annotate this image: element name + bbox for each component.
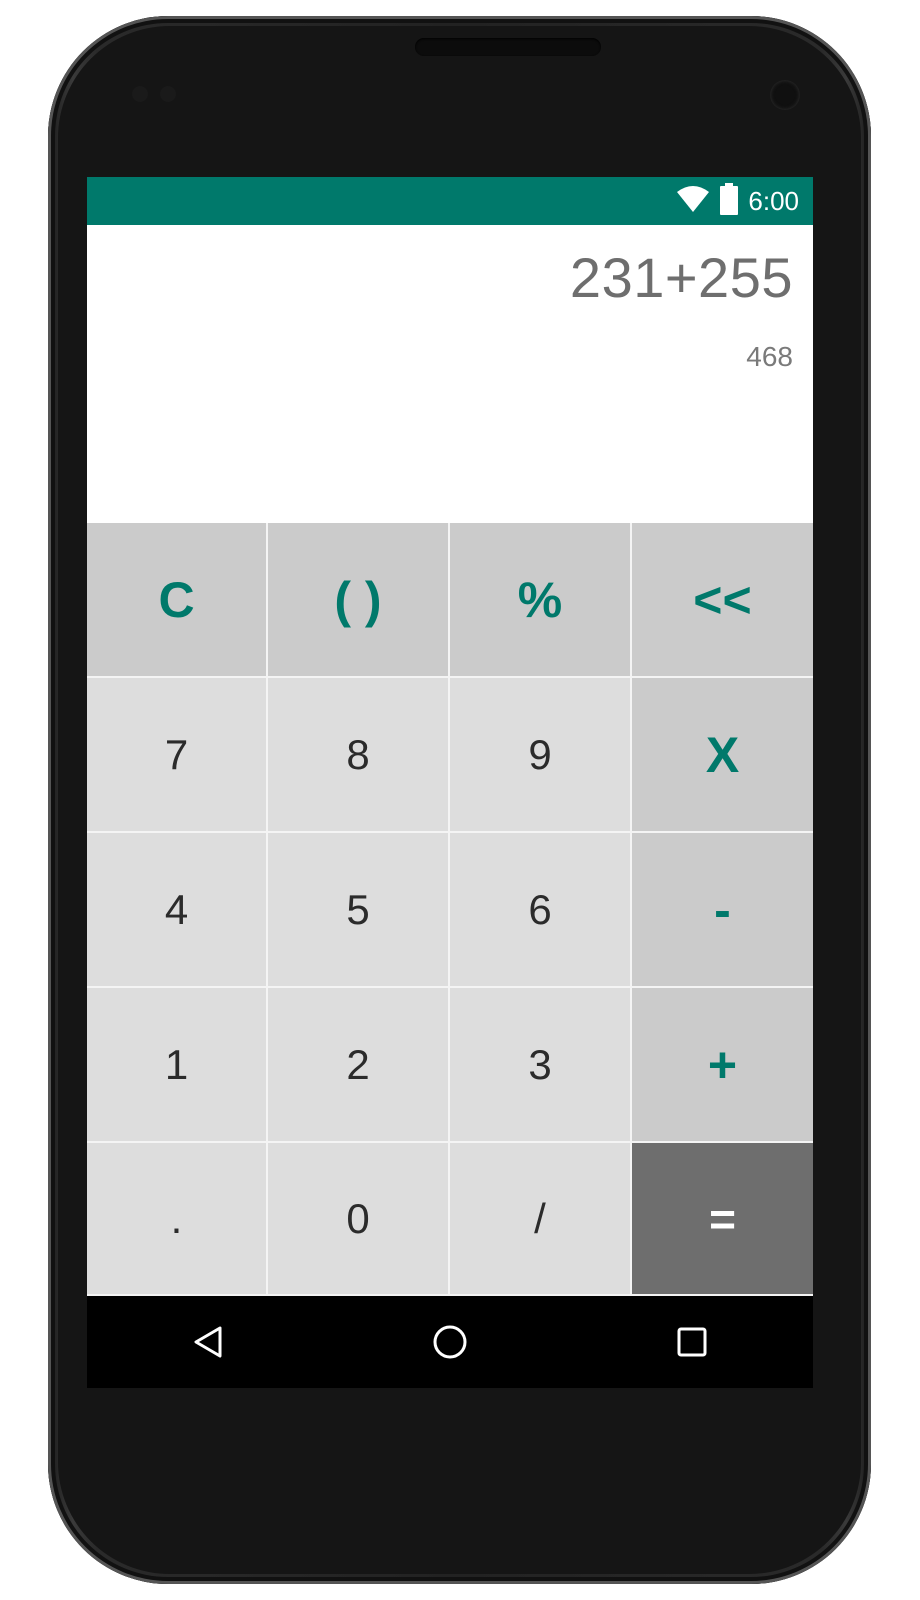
percent-button[interactable]: %: [450, 523, 632, 678]
light-sensor: [160, 86, 176, 102]
recents-icon[interactable]: [662, 1312, 722, 1372]
digit-1-button[interactable]: 1: [87, 988, 268, 1143]
equals-button[interactable]: =: [632, 1143, 813, 1296]
navigation-bar: [87, 1296, 813, 1388]
parentheses-button[interactable]: ( ): [268, 523, 450, 678]
front-camera: [770, 80, 800, 110]
digit-5-button[interactable]: 5: [268, 833, 450, 988]
battery-icon: [720, 183, 739, 219]
subtract-button[interactable]: -: [632, 833, 813, 988]
result-text: 468: [746, 341, 793, 372]
status-bar: 6:00: [87, 177, 813, 225]
clear-button[interactable]: C: [87, 523, 268, 678]
multiply-button[interactable]: X: [632, 678, 813, 833]
digit-0-button[interactable]: 0: [268, 1143, 450, 1296]
digit-7-button[interactable]: 7: [87, 678, 268, 833]
add-button[interactable]: +: [632, 988, 813, 1143]
decimal-button[interactable]: .: [87, 1143, 268, 1296]
backspace-button[interactable]: <<: [632, 523, 813, 678]
back-icon[interactable]: [178, 1312, 238, 1372]
calculator-display: 231+255 468: [87, 225, 813, 523]
digit-8-button[interactable]: 8: [268, 678, 450, 833]
digit-6-button[interactable]: 6: [450, 833, 632, 988]
expression-text[interactable]: 231+255: [570, 245, 793, 310]
digit-3-button[interactable]: 3: [450, 988, 632, 1143]
proximity-sensor: [132, 86, 148, 102]
digit-4-button[interactable]: 4: [87, 833, 268, 988]
digit-2-button[interactable]: 2: [268, 988, 450, 1143]
status-time: 6:00: [748, 185, 799, 216]
wifi-icon: [676, 185, 710, 217]
earpiece-speaker: [415, 38, 601, 56]
home-icon[interactable]: [420, 1312, 480, 1372]
digit-9-button[interactable]: 9: [450, 678, 632, 833]
screen: 6:00 231+255 468 C ( ) % << 7 8 9 X 4 5 …: [87, 177, 813, 1388]
keypad: C ( ) % << 7 8 9 X 4 5 6 - 1 2 3 + . 0 /…: [87, 523, 813, 1296]
divide-button[interactable]: /: [450, 1143, 632, 1296]
